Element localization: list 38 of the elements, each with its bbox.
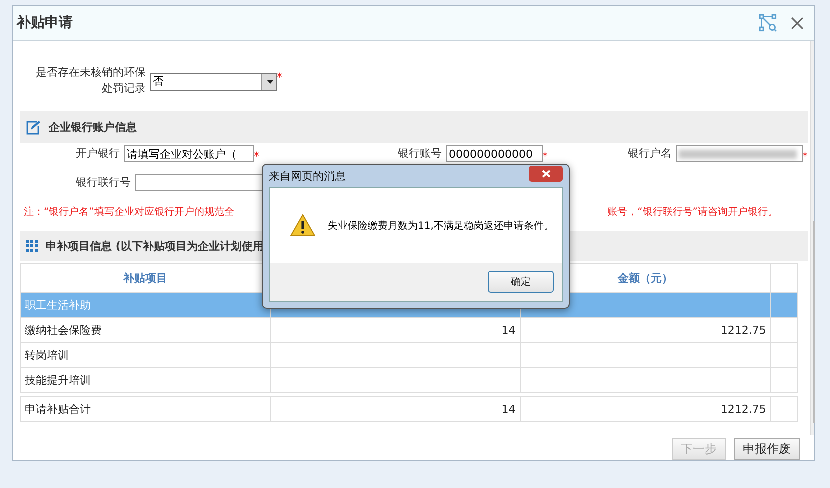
required-mark: * xyxy=(254,150,260,163)
alert-title: 来自网页的消息 xyxy=(269,168,346,184)
grid-icon xyxy=(26,240,38,252)
input-field[interactable]: 请填写企业对公账户（ xyxy=(124,145,254,162)
table-cell: 申请补贴合计 xyxy=(20,396,270,422)
penalty-select[interactable]: 否 xyxy=(150,73,277,91)
edit-icon xyxy=(26,120,41,134)
table-cell[interactable]: 转岗培训 xyxy=(20,342,270,368)
input-field[interactable]: 000000000000 xyxy=(446,145,542,162)
note-text: 账号，“银行联行号”请咨询开户银行。 xyxy=(608,206,778,219)
warning-icon xyxy=(290,214,316,237)
dialog-title: 补贴申请 xyxy=(17,14,74,32)
input-field[interactable] xyxy=(676,145,802,162)
table-cell: 14 xyxy=(270,318,520,342)
field-label: 银行联行号 xyxy=(76,175,131,190)
required-mark: * xyxy=(542,150,548,163)
table-cell: 1212.75 xyxy=(520,396,771,422)
table-cell[interactable]: 缴纳社会保险费 xyxy=(20,318,270,342)
field-label: 开户银行 xyxy=(76,146,120,161)
required-mark: * xyxy=(277,71,282,84)
action-button[interactable]: 申报作废 xyxy=(734,438,800,460)
required-mark: * xyxy=(802,150,808,163)
field-label: 银行账号 xyxy=(398,146,442,161)
note-text: 注：“银行户名”填写企业对应银行开户的规范全 xyxy=(24,206,234,219)
table-cell: 1212.75 xyxy=(520,318,771,342)
alert-message: 失业保险缴费月数为11,不满足稳岗返还申请条件。 xyxy=(328,220,554,232)
field-label: 银行户名 xyxy=(628,146,672,161)
close-icon[interactable] xyxy=(791,16,804,30)
section-title: 企业银行账户信息 xyxy=(49,120,137,134)
dropdown-arrow-icon xyxy=(266,80,274,84)
network-icon[interactable] xyxy=(759,14,777,32)
field-label: 是否存在未核销的环保处罚记录 xyxy=(35,65,146,97)
scrollbar[interactable] xyxy=(810,41,814,435)
ok-button[interactable]: 确定 xyxy=(488,271,554,293)
close-icon xyxy=(542,170,550,178)
table-cell: 14 xyxy=(270,396,520,422)
close-button[interactable] xyxy=(529,166,563,182)
table-cell[interactable]: 技能提升培训 xyxy=(20,368,270,392)
